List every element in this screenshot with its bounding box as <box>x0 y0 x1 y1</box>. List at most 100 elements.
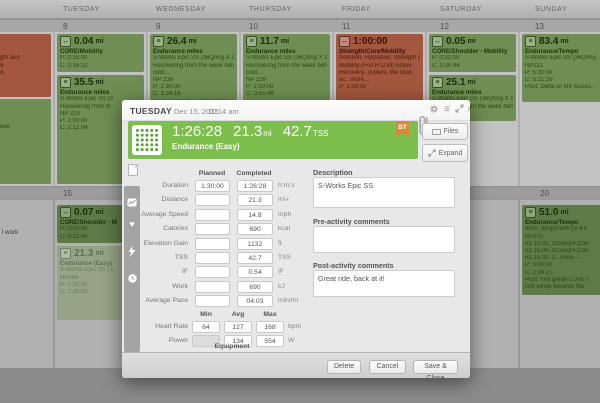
card-line: Post: Delta w/ tire issues... <box>525 84 600 91</box>
day-header-saturday: SATURDAY <box>440 6 482 13</box>
card-line: llers, the stick, <box>0 70 48 77</box>
card-line: R.O.M] Active <box>0 63 48 70</box>
completed-input[interactable] <box>237 252 273 264</box>
files-button[interactable]: Files <box>422 123 468 140</box>
card-title: CORE/Mobility <box>60 48 141 55</box>
card-title: Endurance miles <box>153 48 234 55</box>
card-line: C: 0:20:44 <box>432 63 513 70</box>
day-number: 12 <box>440 22 449 31</box>
card-value: mi <box>0 101 48 108</box>
workout-card-endurance-sun2[interactable]: ≡51.0mi Endurance/Tempo 4x15 Tempo with … <box>522 205 600 295</box>
card-value: ↔0.05mi <box>432 36 513 47</box>
stat-unit: ft <box>278 238 282 250</box>
completed-input[interactable] <box>237 281 273 293</box>
workout-list-icon: ≡ <box>525 207 536 218</box>
planned-input[interactable] <box>195 180 230 192</box>
day-number: 13 <box>535 22 544 31</box>
card-line: Recovery- (rollers, the stick, <box>339 70 420 77</box>
close-icon[interactable]: × <box>464 104 470 116</box>
card-title: Endurance miles <box>246 48 327 55</box>
menu-hamburger-icon[interactable]: ≡ <box>441 104 453 116</box>
day-number: 9 <box>156 22 160 31</box>
stat-label: Duration <box>122 180 188 192</box>
workout-card-endurance-sun[interactable]: ≡83.4mi Endurance/Tempo S-Works Epic SS … <box>522 34 600 102</box>
expand-button[interactable]: Expand <box>422 144 468 162</box>
sticky-note-icon[interactable] <box>128 164 138 176</box>
card-line: Post: Felt great! LOVE t <box>525 277 600 284</box>
post-activity-textarea[interactable]: Great ride, back at it! <box>313 270 455 297</box>
planned-input[interactable] <box>195 281 230 293</box>
avg-input[interactable] <box>224 321 252 333</box>
max-input[interactable] <box>256 321 284 333</box>
card-line: SS (36Qring <box>0 116 48 123</box>
workout-list-icon: ≡ <box>432 77 443 88</box>
planned-input[interactable] <box>195 209 230 221</box>
expand-arrows-icon <box>428 149 436 157</box>
card-value: ≡25.1mi <box>432 77 513 88</box>
modal-day-label: TUESDAY <box>130 106 172 116</box>
card-line: S-Works Epic SS (36Qring <box>525 55 600 62</box>
stat-unit: h:m:s <box>278 180 295 192</box>
day-cell[interactable] <box>0 200 53 368</box>
workout-card-strength-mon[interactable]: :00 re/Mobility ration, Strength andR.O.… <box>0 34 51 97</box>
completed-input[interactable] <box>237 295 273 307</box>
planned-input[interactable] <box>195 295 230 307</box>
planned-input[interactable] <box>195 223 230 235</box>
completed-input[interactable] <box>237 194 273 206</box>
planned-input[interactable] <box>195 252 230 264</box>
card-line: g from the week <box>0 124 48 131</box>
workout-card-endurance-mon[interactable]: mi miles SS (36Qringg from the week bette… <box>0 99 51 184</box>
completed-input[interactable] <box>237 238 273 250</box>
note-card-fragment[interactable]: l work <box>2 229 18 236</box>
card-line: Mobility-(Full R.O.M) Active <box>339 63 420 70</box>
stat-unit: mph <box>278 209 291 221</box>
completed-input[interactable] <box>237 180 273 192</box>
planned-input[interactable] <box>195 266 230 278</box>
equipment-label: Equipment <box>182 343 282 350</box>
min-input[interactable] <box>192 321 220 333</box>
stat-unit: kcal <box>278 223 290 235</box>
banner-tss: 42.7 <box>283 123 312 140</box>
modal-footer: Delete Cancel Save & Close <box>122 352 470 378</box>
files-icon <box>432 129 441 135</box>
planned-input[interactable] <box>195 238 230 250</box>
card-value: ≡51.0mi <box>525 207 600 218</box>
delete-button[interactable]: Delete <box>327 360 361 374</box>
workout-list-icon: ≡ <box>525 36 536 47</box>
card-line: ration, Strength and <box>0 55 48 62</box>
card-line <box>0 131 48 138</box>
card-line: P: 1:00:00 <box>339 84 420 91</box>
mobility-arrows-icon: ↔ <box>60 207 71 218</box>
card-value: ↔0.04mi <box>60 36 141 47</box>
description-textarea[interactable]: S-Works Epic SS <box>313 177 455 208</box>
card-line: Recovering from the week before <box>153 63 234 70</box>
avg-column-header: Avg <box>224 311 252 318</box>
workout-list-icon: ≡ <box>153 36 164 47</box>
banner-duration: 1:26:28 <box>172 123 222 140</box>
stat-label: TSS <box>122 252 188 264</box>
card-title: Endurance miles <box>60 89 141 96</box>
completed-input[interactable] <box>237 209 273 221</box>
card-line: better!... :) <box>0 138 48 145</box>
bt-ribbon-badge[interactable]: BT <box>396 121 409 137</box>
day-header-friday: FRIDAY <box>342 6 371 13</box>
pre-activity-textarea[interactable] <box>313 226 455 253</box>
stat-label: Average Speed <box>122 209 188 221</box>
day-header-thursday: THURSDAY <box>249 6 292 13</box>
save-close-button[interactable]: Save & Close <box>413 360 458 374</box>
completed-input[interactable] <box>237 223 273 235</box>
cancel-button[interactable]: Cancel <box>369 360 406 374</box>
day-header-row: TUESDAY WEDNESDAY THURSDAY FRIDAY SATURD… <box>0 0 600 19</box>
completed-input[interactable] <box>237 266 273 278</box>
stat-label: Calories <box>122 223 188 235</box>
chevron-down-icon: ▾ <box>286 197 289 203</box>
week1-number-strip: 8 9 10 11 12 13 <box>0 19 600 32</box>
workout-card-core-tue[interactable]: ↔0.04mi CORE/Mobility P: 0:15:00C: 0:16:… <box>57 34 144 72</box>
stat-unit-dropdown[interactable]: mi▾ <box>278 194 289 206</box>
card-line: NP275 <box>525 234 600 241</box>
day-number: 11 <box>342 22 350 31</box>
planned-input[interactable] <box>195 194 230 206</box>
stat-unit: W <box>288 335 294 347</box>
card-title: miles <box>0 109 48 116</box>
workout-card-core-sat[interactable]: ↔0.05mi CORE/Shoulder - Mobility P: 0:32… <box>429 34 516 72</box>
